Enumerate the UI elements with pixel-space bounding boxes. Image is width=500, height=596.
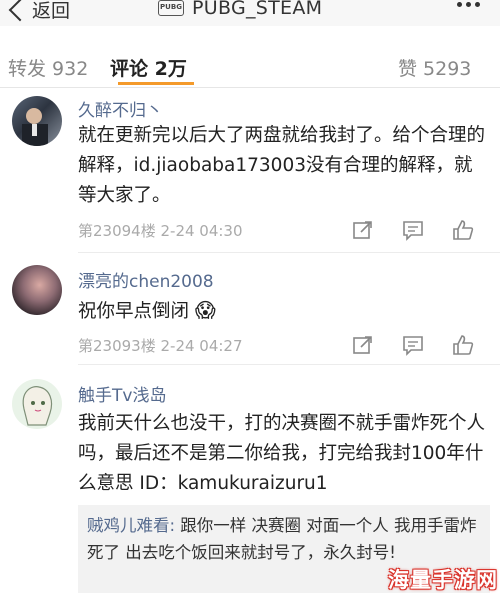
comment-actions xyxy=(352,219,474,241)
pubg-logo-icon: PUBG xyxy=(158,0,184,16)
avatar[interactable] xyxy=(12,265,62,315)
repost-icon[interactable] xyxy=(352,334,374,356)
comment-item: 久醉不归丶 就在更新完以后大了两盘就给我封了。给个合理的解释，id.jiaoba… xyxy=(0,88,500,253)
tab-comment[interactable]: 评论 2万 xyxy=(110,54,187,81)
active-tab-indicator xyxy=(118,82,194,85)
tab-like[interactable]: 赞 5293 xyxy=(398,54,471,81)
avatar[interactable] xyxy=(12,379,62,429)
comment-text-row: 祝你早点倒闭 😱 xyxy=(78,295,488,327)
avatar[interactable] xyxy=(12,96,62,146)
scream-emoji-icon: 😱 xyxy=(194,298,216,322)
like-icon[interactable] xyxy=(452,334,474,356)
tab-repost[interactable]: 转发 932 xyxy=(8,54,88,81)
page-title: PUBG PUBG_STEAM xyxy=(158,0,322,19)
comment-username[interactable]: 触手Tv浅岛 xyxy=(78,381,166,406)
comment-text: 我前天什么也没干，打的决赛圈不就手雷炸死个人吗，最后还不是第二你给我，打完给我封… xyxy=(78,413,486,494)
reply-username[interactable]: 贼鸡儿难看: xyxy=(87,516,175,535)
comment-text: 就在更新完以后大了两盘就给我封了。给个合理的解释，id.jiaobaba1730… xyxy=(78,125,486,206)
comment-icon[interactable] xyxy=(402,219,424,241)
back-label: 返回 xyxy=(32,0,71,22)
comment-username[interactable]: 久醉不归丶 xyxy=(78,96,163,121)
comment-actions xyxy=(352,334,474,356)
comment-meta: 第23093楼 2-24 04:27 xyxy=(78,337,243,355)
navigation-bar: 返回 PUBG PUBG_STEAM xyxy=(0,0,500,26)
comment-icon[interactable] xyxy=(402,334,424,356)
repost-icon[interactable] xyxy=(352,219,374,241)
comment-item: 漂亮的chen2008 祝你早点倒闭 😱 第23093楼 2-24 04:27 xyxy=(0,253,500,365)
watermark: 海量手游网 xyxy=(388,568,498,592)
chevron-left-icon xyxy=(8,0,32,21)
more-icon[interactable] xyxy=(457,2,480,7)
account-name: PUBG_STEAM xyxy=(192,0,323,19)
like-icon[interactable] xyxy=(452,219,474,241)
comment-text: 祝你早点倒闭 xyxy=(78,301,190,322)
tab-bar: 转发 932 评论 2万 赞 5293 xyxy=(0,26,500,88)
comment-meta: 第23094楼 2-24 04:30 xyxy=(78,222,243,240)
back-button[interactable]: 返回 xyxy=(4,0,70,23)
comment-username[interactable]: 漂亮的chen2008 xyxy=(78,267,214,292)
